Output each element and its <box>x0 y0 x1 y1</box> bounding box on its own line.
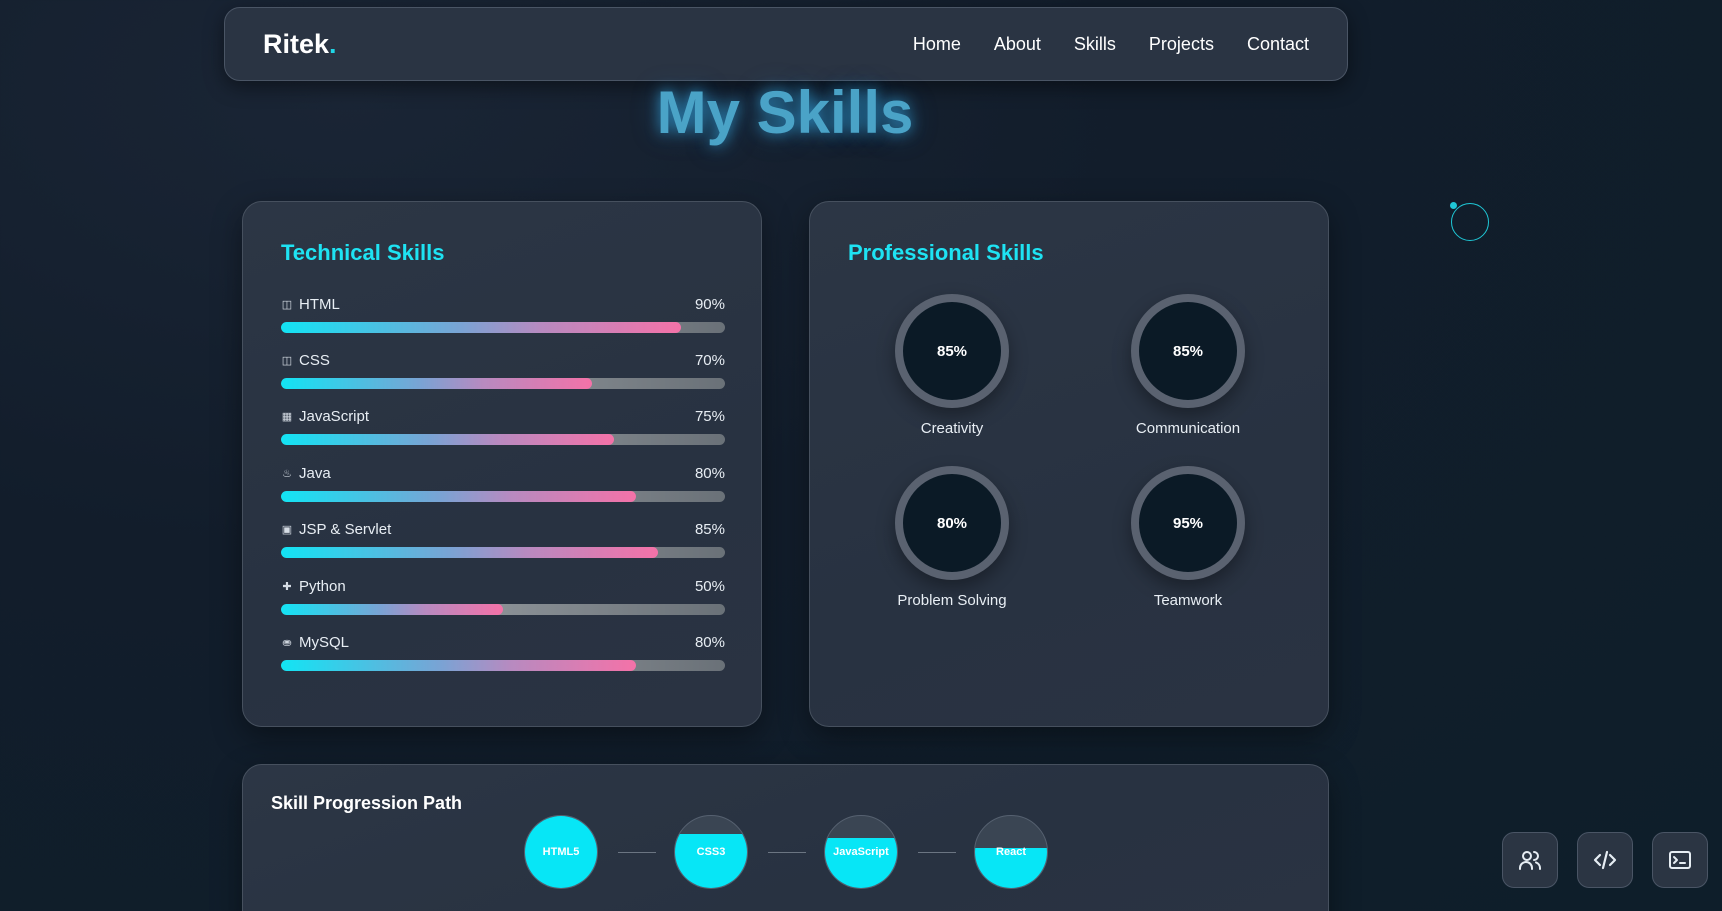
skill-row-python: ✚ Python 50% <box>281 576 725 615</box>
technical-skills-card: Technical Skills ◫ HTML 90% ◫ CSS 70% ▦ Jav… <box>242 201 762 727</box>
technical-skills-title: Technical Skills <box>281 240 445 265</box>
progression-connector <box>918 852 956 853</box>
navbar: Ritek. Home About Skills Projects Contac… <box>224 7 1348 81</box>
skill-bar-fill <box>281 491 637 502</box>
circle-skill-problem-solving: 80% Problem Solving <box>852 466 1052 609</box>
circle-skill-label: Teamwork <box>1153 592 1223 609</box>
node-label: HTML5 <box>542 846 580 858</box>
skill-bar-fill <box>281 378 592 389</box>
ring-percent: 85% <box>936 342 968 360</box>
js-icon: ▦ <box>281 410 293 423</box>
terminal-icon <box>1669 851 1691 869</box>
node-fill <box>675 834 747 888</box>
nav-link-contact[interactable]: Contact <box>1247 34 1309 55</box>
cursor-ring-decoration <box>1451 203 1489 241</box>
skill-progression-card: Skill Progression Path HTML5 CSS3 JavaSc… <box>242 764 1329 911</box>
skill-bar <box>281 491 725 502</box>
skill-name: JavaScript <box>299 407 370 425</box>
css3-icon: ◫ <box>281 354 293 367</box>
progression-node-html5[interactable]: HTML5 <box>524 815 598 889</box>
skill-bar-fill <box>281 604 503 615</box>
progress-ring: 85% <box>1131 294 1245 408</box>
skill-bar-fill <box>281 434 614 445</box>
logo-dot: . <box>329 28 337 59</box>
nav-link-about[interactable]: About <box>994 34 1041 55</box>
skill-percent: 75% <box>694 407 725 425</box>
progress-ring: 95% <box>1131 466 1245 580</box>
skill-bar-fill <box>281 660 637 671</box>
professional-skills-card: Professional Skills 85% Creativity 85% C… <box>809 201 1329 727</box>
skill-bar-fill <box>281 322 681 333</box>
circle-skill-label: Creativity <box>920 420 984 437</box>
progression-connector <box>618 852 656 853</box>
cursor-dot-decoration <box>1450 202 1457 209</box>
ring-percent: 95% <box>1172 514 1204 532</box>
skill-row-java: ♨ Java 80% <box>281 463 725 502</box>
progress-ring: 85% <box>895 294 1009 408</box>
skill-bar <box>281 378 725 389</box>
skill-bar <box>281 547 725 558</box>
circle-skill-teamwork: 95% Teamwork <box>1088 466 1288 609</box>
circle-skill-communication: 85% Communication <box>1088 294 1288 437</box>
skill-bar <box>281 660 725 671</box>
skill-name: HTML <box>299 295 340 313</box>
nav-link-home[interactable]: Home <box>913 34 961 55</box>
skill-row-mysql: ⛂ MySQL 80% <box>281 632 725 671</box>
skill-bar <box>281 434 725 445</box>
skill-name: JSP & Servlet <box>299 520 392 538</box>
skill-row-html: ◫ HTML 90% <box>281 294 725 333</box>
logo-text: Ritek <box>263 28 330 59</box>
code-button[interactable] <box>1577 832 1633 888</box>
skill-percent: 50% <box>694 577 725 595</box>
nav-link-skills[interactable]: Skills <box>1074 34 1116 55</box>
java-icon: ♨ <box>282 467 292 480</box>
nav-links: Home About Skills Projects Contact <box>913 34 1309 55</box>
logo[interactable]: Ritek. <box>263 29 337 60</box>
circle-skill-label: Communication <box>1135 420 1241 437</box>
progression-connector <box>768 852 806 853</box>
skill-percent: 80% <box>694 464 725 482</box>
html5-icon: ◫ <box>281 298 293 311</box>
node-label: JavaScript <box>833 846 889 858</box>
skill-bar <box>281 604 725 615</box>
skill-bar <box>281 322 725 333</box>
skill-row-css: ◫ CSS 70% <box>281 350 725 389</box>
code-icon <box>1593 850 1617 870</box>
progression-node-css3[interactable]: CSS3 <box>674 815 748 889</box>
skill-percent: 85% <box>694 520 725 538</box>
skill-name: MySQL <box>299 633 350 651</box>
terminal-button[interactable] <box>1652 832 1708 888</box>
database-icon: ⛂ <box>282 636 292 649</box>
page-title: My Skills <box>656 79 914 146</box>
code-window-icon: ▣ <box>281 523 293 536</box>
skill-bar-fill <box>281 547 659 558</box>
skill-percent: 80% <box>694 633 725 651</box>
nav-link-projects[interactable]: Projects <box>1149 34 1214 55</box>
circle-skill-label: Problem Solving <box>897 592 1007 609</box>
progression-node-javascript[interactable]: JavaScript <box>824 815 898 889</box>
node-label: CSS3 <box>696 846 726 858</box>
skill-name: Python <box>299 577 346 595</box>
skill-percent: 70% <box>694 351 725 369</box>
ring-percent: 85% <box>1172 342 1204 360</box>
progression-title: Skill Progression Path <box>271 793 463 813</box>
skill-name: CSS <box>299 351 330 369</box>
users-button[interactable] <box>1502 832 1558 888</box>
progress-ring: 80% <box>895 466 1009 580</box>
node-label: React <box>996 846 1026 858</box>
users-icon <box>1519 851 1541 870</box>
circle-skill-creativity: 85% Creativity <box>852 294 1052 437</box>
professional-skills-title: Professional Skills <box>848 240 1044 265</box>
skill-percent: 90% <box>694 295 725 313</box>
python-icon: ✚ <box>282 580 292 593</box>
progression-node-react[interactable]: React <box>974 815 1048 889</box>
skill-name: Java <box>299 464 331 482</box>
skill-row-jsp-servlet: ▣ JSP & Servlet 85% <box>281 519 725 558</box>
skill-row-javascript: ▦ JavaScript 75% <box>281 406 725 445</box>
ring-percent: 80% <box>936 514 968 532</box>
